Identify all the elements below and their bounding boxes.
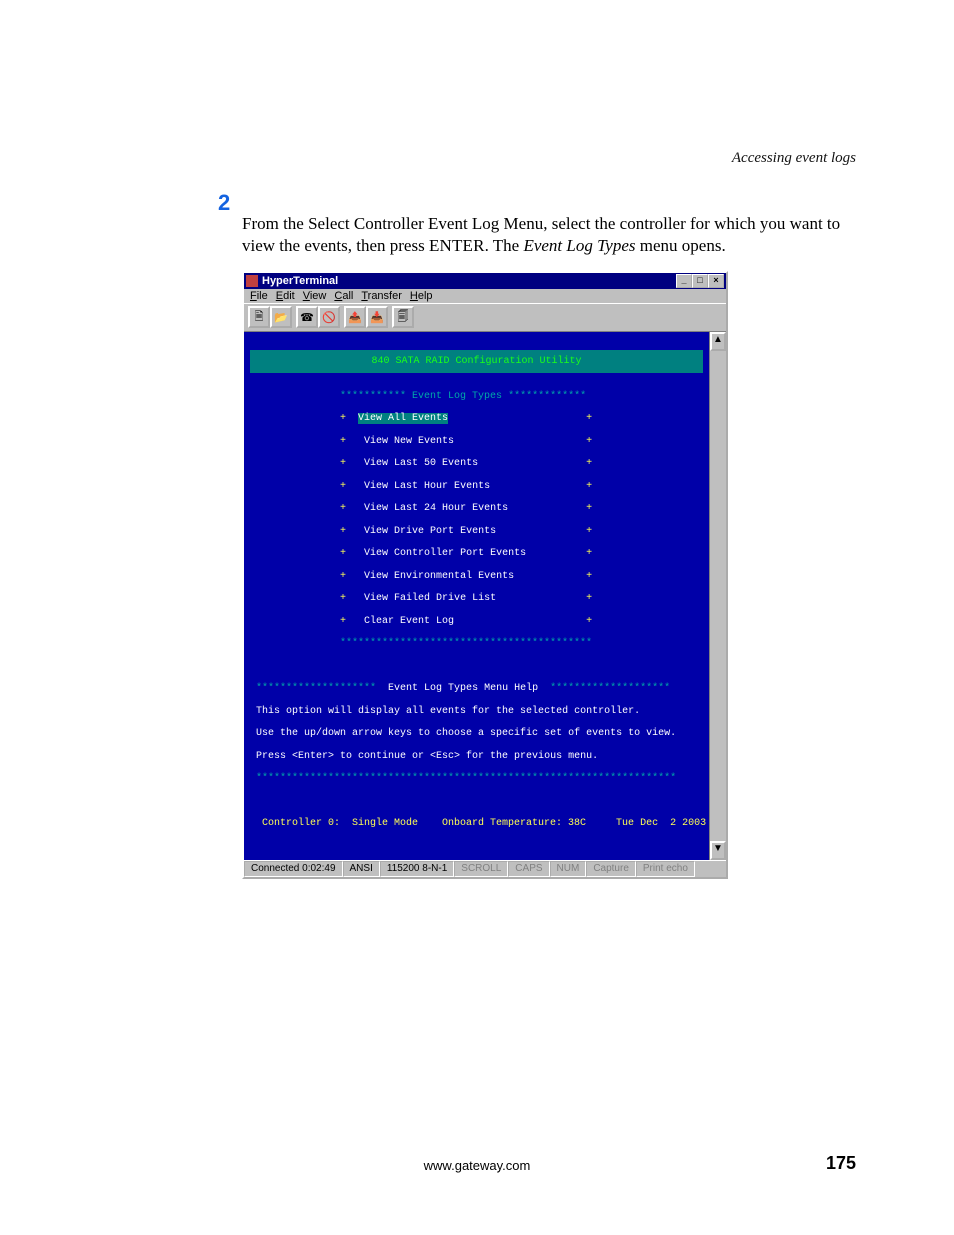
menu-call[interactable]: Call bbox=[334, 290, 353, 302]
help-line-3: Press <Enter> to continue or <Esc> for t… bbox=[244, 751, 709, 762]
menu-item-6[interactable]: + View Controller Port Events + bbox=[244, 548, 709, 559]
status-capture: Capture bbox=[586, 861, 636, 877]
minimize-button[interactable]: _ bbox=[676, 274, 692, 288]
menu-bar: File Edit View Call Transfer Help bbox=[244, 289, 726, 303]
scroll-up-icon[interactable]: ▲ bbox=[710, 332, 726, 351]
menu-view[interactable]: View bbox=[303, 290, 327, 302]
status-echo: Print echo bbox=[636, 861, 695, 877]
terminal-wrap: 840 SATA RAID Configuration Utility ****… bbox=[244, 332, 726, 860]
page-number: 175 bbox=[826, 1153, 856, 1174]
terminal-status-line: Controller 0: Single Mode Onboard Temper… bbox=[244, 818, 709, 829]
toolbar: 🗎 📂 ☎ 🚫 📤 📥 🗐 bbox=[244, 303, 726, 332]
menu-item-5[interactable]: + View Drive Port Events + bbox=[244, 526, 709, 537]
step-block: 2 From the Select Controller Event Log M… bbox=[242, 196, 859, 274]
title-bar[interactable]: HyperTerminal _ □ × bbox=[244, 273, 726, 289]
menu-file[interactable]: File bbox=[250, 290, 268, 302]
help-line-1: This option will display all events for … bbox=[244, 706, 709, 717]
menu-item-4[interactable]: + View Last 24 Hour Events + bbox=[244, 503, 709, 514]
status-emulation: ANSI bbox=[343, 861, 380, 877]
help-rule-bottom: ****************************************… bbox=[244, 773, 709, 784]
window-title: HyperTerminal bbox=[262, 275, 338, 287]
spacer2 bbox=[244, 796, 709, 807]
step-text-b: . The bbox=[485, 236, 524, 255]
close-button[interactable]: × bbox=[708, 274, 724, 288]
step-text: From the Select Controller Event Log Men… bbox=[242, 213, 859, 257]
menu-transfer[interactable]: Transfer bbox=[361, 290, 402, 302]
status-caps: CAPS bbox=[508, 861, 549, 877]
step-text-c: menu opens. bbox=[636, 236, 726, 255]
status-scroll: SCROLL bbox=[454, 861, 508, 877]
hyperterminal-window: HyperTerminal _ □ × File Edit View Call … bbox=[242, 271, 728, 879]
receive-icon[interactable]: 📥 bbox=[366, 306, 388, 328]
menu-item-3[interactable]: + View Last Hour Events + bbox=[244, 481, 709, 492]
terminal-screen[interactable]: 840 SATA RAID Configuration Utility ****… bbox=[244, 332, 709, 860]
menu-edit[interactable]: Edit bbox=[276, 290, 295, 302]
menu-item-8[interactable]: + View Failed Drive List + bbox=[244, 593, 709, 604]
status-bar: Connected 0:02:49 ANSI 115200 8-N-1 SCRO… bbox=[244, 860, 726, 877]
menu-item-7[interactable]: + View Environmental Events + bbox=[244, 571, 709, 582]
menu-item-1[interactable]: + View New Events + bbox=[244, 436, 709, 447]
enter-key: ENTER bbox=[429, 236, 485, 255]
spacer bbox=[244, 661, 709, 672]
open-file-icon[interactable]: 📂 bbox=[270, 306, 292, 328]
scroll-down-icon[interactable]: ▼ bbox=[710, 841, 726, 860]
help-line-2: Use the up/down arrow keys to choose a s… bbox=[244, 728, 709, 739]
status-connected: Connected 0:02:49 bbox=[244, 861, 343, 877]
menu-footer: ****************************************… bbox=[244, 638, 709, 649]
menu-name: Event Log Types bbox=[523, 236, 635, 255]
status-num: NUM bbox=[550, 861, 587, 877]
footer-url: www.gateway.com bbox=[0, 1158, 954, 1173]
menu-item-9[interactable]: + Clear Event Log + bbox=[244, 616, 709, 627]
disconnect-icon[interactable]: 🚫 bbox=[318, 306, 340, 328]
status-rate: 115200 8-N-1 bbox=[380, 861, 454, 877]
menu-item-0[interactable]: + View All Events + bbox=[244, 413, 709, 424]
menu-item-2[interactable]: + View Last 50 Events + bbox=[244, 458, 709, 469]
page: Accessing event logs 2 From the Select C… bbox=[0, 0, 954, 1235]
maximize-button[interactable]: □ bbox=[692, 274, 708, 288]
properties-icon[interactable]: 🗐 bbox=[392, 306, 414, 328]
menu-header: *********** Event Log Types ************… bbox=[244, 391, 709, 402]
menu-help[interactable]: Help bbox=[410, 290, 433, 302]
step-number: 2 bbox=[218, 190, 230, 216]
help-header: ******************** Event Log Types Men… bbox=[244, 683, 709, 694]
window-buttons: _ □ × bbox=[676, 274, 724, 288]
new-file-icon[interactable]: 🗎 bbox=[248, 306, 270, 328]
terminal-scrollbar[interactable]: ▲ ▼ bbox=[709, 332, 726, 860]
connect-icon[interactable]: ☎ bbox=[296, 306, 318, 328]
send-icon[interactable]: 📤 bbox=[344, 306, 366, 328]
terminal-banner: 840 SATA RAID Configuration Utility bbox=[250, 350, 703, 374]
app-icon bbox=[246, 275, 258, 287]
running-header: Accessing event logs bbox=[732, 150, 856, 167]
